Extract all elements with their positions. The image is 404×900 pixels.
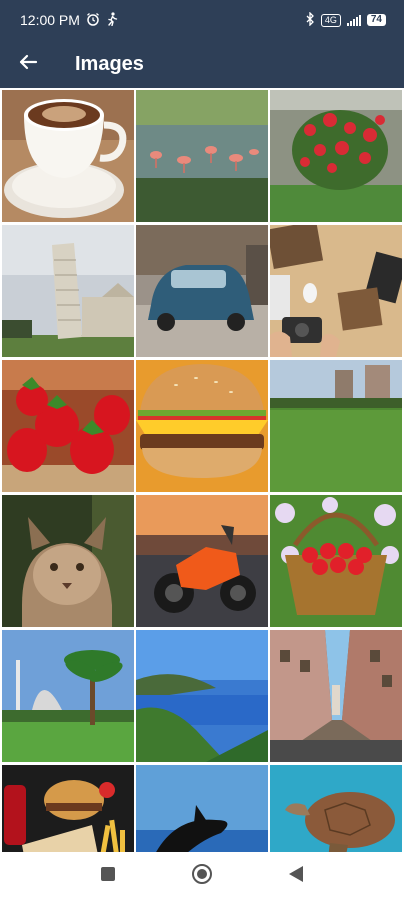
image-tile-desk-flatlay[interactable]	[270, 225, 402, 357]
image-tile-narrow-street[interactable]	[270, 630, 402, 762]
image-tile-istanbul-palm[interactable]	[2, 630, 134, 762]
image-tile-rose-bush[interactable]	[270, 90, 402, 222]
status-bar: 12:00 PM 4G 74	[0, 0, 404, 40]
walking-person-icon	[106, 12, 118, 28]
home-button[interactable]	[190, 863, 214, 890]
image-tile-orca-jump[interactable]	[136, 765, 268, 852]
square-recents-icon	[100, 866, 116, 887]
signal-strength-icon	[346, 14, 361, 26]
status-right: 4G 74	[305, 11, 386, 28]
image-tile-coffee-cup[interactable]	[2, 90, 134, 222]
image-tile-orange-motorcycle[interactable]	[136, 495, 268, 627]
recents-button[interactable]	[96, 864, 120, 888]
circle-home-icon	[191, 863, 213, 890]
battery-icon: 74	[366, 14, 386, 26]
status-left: 12:00 PM	[20, 12, 118, 28]
image-tile-coastal-bay[interactable]	[136, 630, 268, 762]
image-tile-lynx[interactable]	[2, 495, 134, 627]
image-tile-flamingo-pond[interactable]	[136, 90, 268, 222]
image-tile-fast-food[interactable]	[2, 765, 134, 852]
app-bar: Images	[0, 40, 404, 88]
alarm-clock-icon	[86, 12, 100, 28]
arrow-left-icon	[18, 52, 38, 77]
image-tile-city-park[interactable]	[270, 360, 402, 492]
network-badge: 4G	[320, 13, 341, 27]
image-tile-cheeseburger[interactable]	[136, 360, 268, 492]
bluetooth-icon	[305, 11, 315, 28]
back-button[interactable]	[0, 40, 56, 88]
image-grid	[2, 90, 402, 852]
image-tile-leaning-tower-pisa[interactable]	[2, 225, 134, 357]
image-tile-sea-turtle[interactable]	[270, 765, 402, 852]
page-title: Images	[75, 52, 144, 75]
image-tile-strawberry-basket[interactable]	[270, 495, 402, 627]
system-back-button[interactable]	[284, 864, 308, 888]
system-nav-bar	[0, 852, 404, 900]
image-tile-strawberries[interactable]	[2, 360, 134, 492]
status-time: 12:00 PM	[20, 12, 80, 28]
triangle-back-icon	[288, 865, 304, 888]
image-tile-vintage-blue-car[interactable]	[136, 225, 268, 357]
